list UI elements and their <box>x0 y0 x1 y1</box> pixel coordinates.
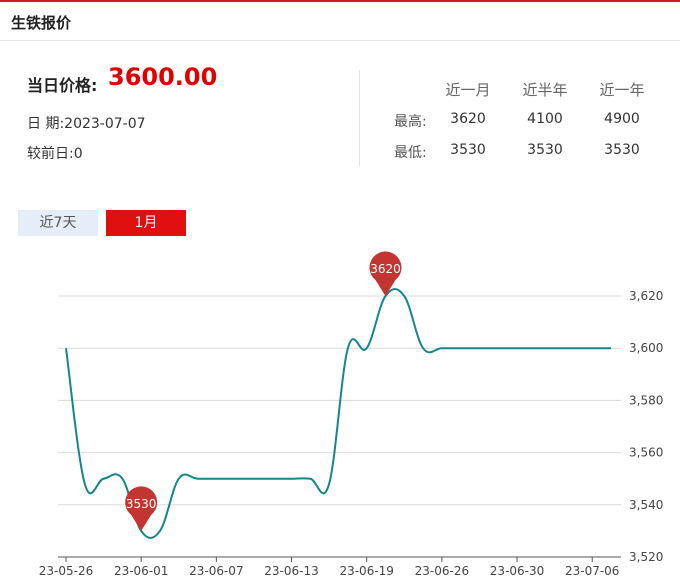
x-tick-label: 23-06-07 <box>189 564 243 578</box>
x-tick-label: 23-05-26 <box>39 564 93 578</box>
pin-label: 3530 <box>126 497 157 511</box>
x-tick-label: 23-06-26 <box>415 564 469 578</box>
x-tick-label: 23-07-06 <box>565 564 619 578</box>
x-tick-label: 23-06-13 <box>264 564 318 578</box>
x-tick-label: 23-06-19 <box>339 564 393 578</box>
y-tick-label: 3,540 <box>629 498 663 512</box>
price-line-chart: 3,520 3,540 3,560 3,580 3,600 3,620 23-05-26 23… <box>39 251 663 578</box>
x-tick-label: 23-06-01 <box>114 564 168 578</box>
y-tick-label: 3,560 <box>629 446 663 460</box>
min-marker-pin: 3530 <box>125 486 158 531</box>
y-tick-label: 3,580 <box>629 393 663 407</box>
y-tick-label: 3,600 <box>629 341 663 355</box>
x-tick-label: 23-06-30 <box>490 564 544 578</box>
y-tick-label: 3,620 <box>629 289 663 303</box>
y-tick-label: 3,520 <box>629 550 663 564</box>
pin-label: 3620 <box>370 262 401 276</box>
